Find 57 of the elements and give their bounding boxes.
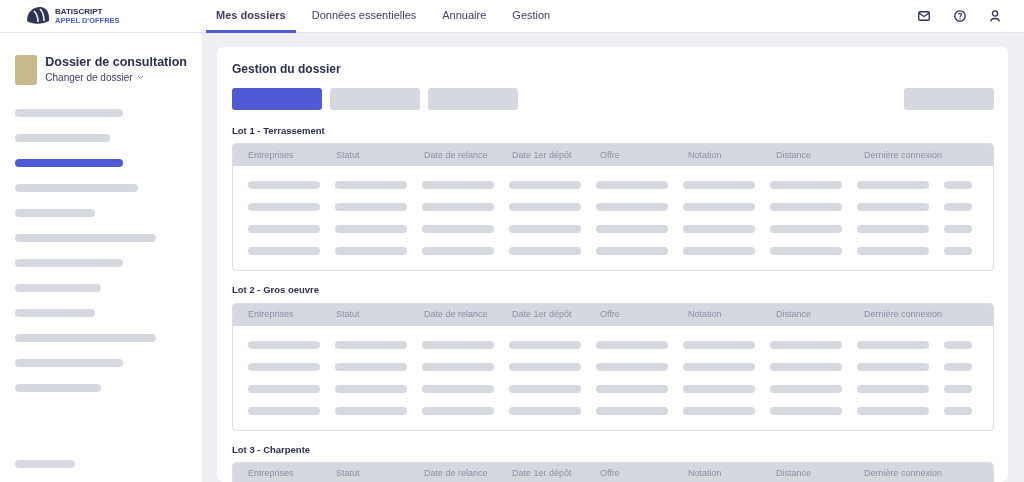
column-header: Distance bbox=[775, 467, 812, 480]
sidebar-item[interactable] bbox=[15, 334, 156, 342]
action-button[interactable] bbox=[904, 88, 994, 110]
action-button[interactable] bbox=[428, 88, 518, 110]
column-header: Offre bbox=[599, 467, 621, 480]
sidebar-item[interactable] bbox=[15, 184, 138, 192]
nav-tab[interactable]: Annuaire bbox=[432, 0, 497, 33]
photo-placeholder bbox=[15, 55, 38, 85]
column-header: Date de relance bbox=[423, 467, 489, 480]
chevron-down-icon bbox=[136, 75, 144, 80]
column-header: Distance bbox=[775, 307, 812, 321]
column-header: Notation bbox=[687, 307, 723, 321]
sidebar-item[interactable] bbox=[15, 234, 156, 242]
folder-title: Dossier de consultation bbox=[45, 55, 187, 70]
nav-tab[interactable]: Données essentielles bbox=[301, 0, 427, 33]
brand-name: BATISCRIPT bbox=[55, 7, 104, 16]
sidebar-item[interactable] bbox=[15, 209, 95, 217]
lot-title: Lot 3 - Charpente bbox=[232, 442, 312, 457]
column-header: Date de relance bbox=[423, 148, 489, 162]
column-header: Statut bbox=[335, 148, 361, 162]
column-header: Dernière connexion bbox=[863, 307, 943, 321]
sidebar-item[interactable] bbox=[15, 259, 123, 267]
helmet-logo-icon bbox=[25, 6, 51, 26]
column-header: Entreprises bbox=[247, 307, 295, 321]
column-header: Dernière connexion bbox=[863, 148, 943, 162]
column-header: Statut bbox=[335, 467, 361, 480]
column-header: Date de relance bbox=[423, 307, 489, 321]
section-title: Gestion du dossier bbox=[232, 61, 342, 78]
sidebar-item[interactable] bbox=[15, 284, 101, 292]
column-header: Statut bbox=[335, 307, 361, 321]
column-header: Distance bbox=[775, 148, 812, 162]
column-header: Date 1er dépôt bbox=[511, 148, 573, 162]
sidebar-item[interactable] bbox=[15, 309, 95, 317]
action-button[interactable] bbox=[330, 88, 420, 110]
column-header: Notation bbox=[687, 148, 723, 162]
column-header: Entreprises bbox=[247, 467, 295, 480]
sidebar-item[interactable] bbox=[15, 159, 123, 167]
change-folder-link[interactable]: Changer de dossier bbox=[45, 70, 144, 85]
mail-icon[interactable] bbox=[918, 11, 930, 21]
column-header: Dernière connexion bbox=[863, 467, 943, 480]
lot-title: Lot 2 - Gros oeuvre bbox=[232, 283, 321, 298]
column-header: Entreprises bbox=[247, 148, 295, 162]
nav-tab[interactable]: Gestion bbox=[502, 0, 561, 33]
sidebar-item[interactable] bbox=[15, 109, 123, 117]
sidebar-item[interactable] bbox=[15, 134, 110, 142]
column-header: Date 1er dépôt bbox=[511, 307, 573, 321]
lot-title: Lot 1 - Terrassement bbox=[232, 124, 326, 138]
column-header: Offre bbox=[599, 307, 621, 321]
column-header: Date 1er dépôt bbox=[511, 467, 573, 480]
sidebar-item[interactable] bbox=[15, 384, 101, 392]
column-header: Notation bbox=[687, 467, 723, 480]
user-icon[interactable] bbox=[990, 10, 1000, 22]
column-header: Offre bbox=[599, 148, 621, 162]
loading-placeholder bbox=[15, 460, 75, 468]
help-icon[interactable] bbox=[954, 10, 966, 22]
sidebar-item[interactable] bbox=[15, 359, 123, 367]
action-button[interactable] bbox=[232, 88, 322, 110]
